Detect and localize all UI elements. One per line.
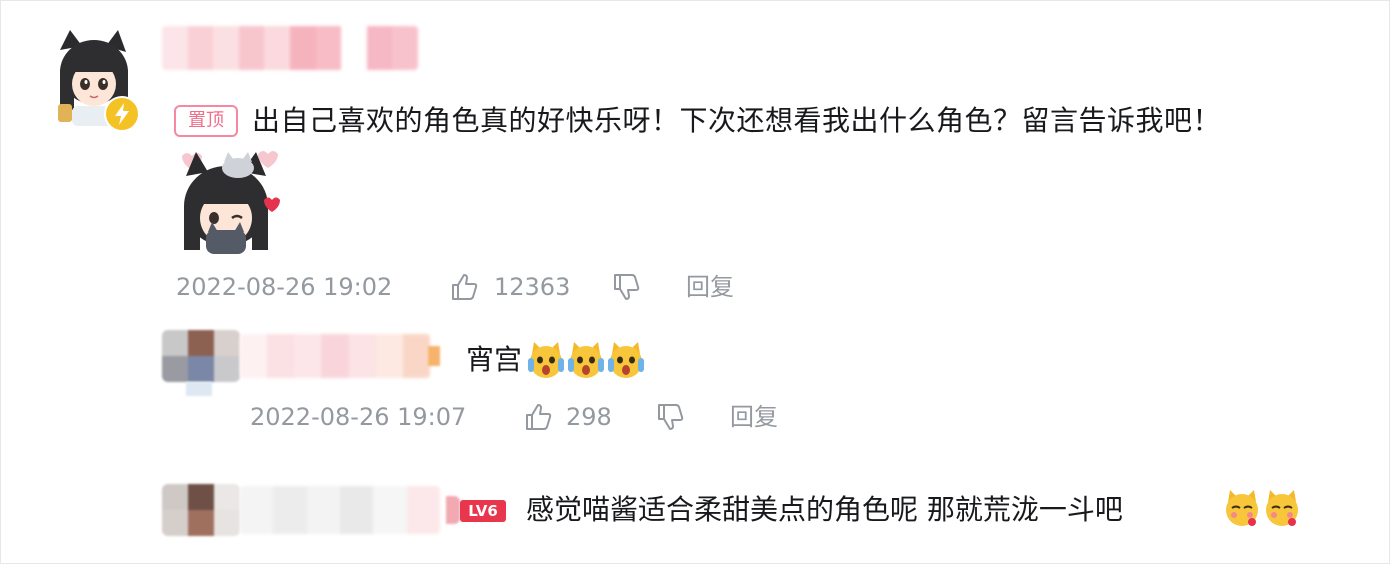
level-badge-fragment (428, 346, 440, 366)
flushed-cat-emoji-group (1222, 488, 1302, 528)
level-badge: LV6 (460, 500, 506, 522)
reply-timestamp: 2022-08-26 19:07 (250, 403, 467, 431)
pinned-badge: 置顶 (174, 105, 238, 137)
thumbs-down-icon[interactable] (656, 402, 684, 432)
badge-fragment (446, 496, 460, 524)
lightning-verified-icon (104, 96, 140, 132)
reply-username-redacted[interactable] (240, 486, 440, 534)
avatar-sticker-image (172, 146, 282, 256)
surprised-cat-emoji (526, 340, 566, 380)
reply-avatar[interactable] (162, 330, 240, 382)
reply-button[interactable]: 回复 (686, 272, 734, 302)
thumbs-up-icon[interactable] (524, 402, 552, 432)
reply-button[interactable]: 回复 (730, 402, 778, 432)
comment-timestamp: 2022-08-26 19:02 (176, 273, 393, 301)
avatar-fragment (186, 382, 212, 396)
reply-text: 宵宫 (466, 343, 523, 376)
thumbs-up-icon[interactable] (450, 272, 478, 302)
surprised-cat-emoji (606, 340, 646, 380)
reply-username-redacted[interactable] (240, 334, 430, 378)
reply-avatar[interactable] (162, 484, 240, 536)
thumbs-down-icon[interactable] (612, 272, 640, 302)
surprised-cat-emoji (566, 340, 606, 380)
like-count: 12363 (494, 273, 571, 301)
comment-text: 出自己喜欢的角色真的好快乐呀！下次还想看我出什么角色？留言告诉我吧！ (252, 104, 1222, 137)
username-redacted[interactable] (162, 26, 418, 70)
surprised-cat-emoji-group (526, 340, 646, 380)
flushed-cat-emoji (1222, 488, 1262, 528)
reply-like-count: 298 (566, 403, 612, 431)
reply-text: 感觉喵酱适合柔甜美点的角色呢 那就荒泷一斗吧 (526, 493, 1123, 526)
flushed-cat-emoji (1262, 488, 1302, 528)
